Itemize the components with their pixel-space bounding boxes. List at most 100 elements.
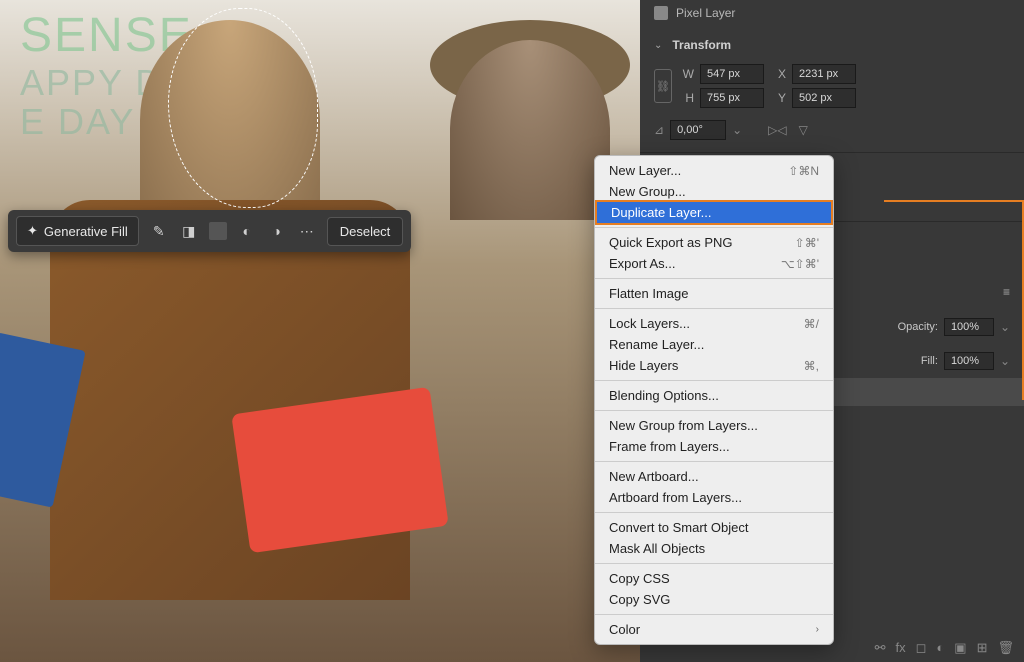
menu-item-label: Blending Options... xyxy=(609,388,719,403)
menu-item-label: Artboard from Layers... xyxy=(609,490,742,505)
mask-icon[interactable]: ◻ xyxy=(916,640,927,656)
flip-vertical-icon[interactable]: ▽ xyxy=(799,123,808,137)
rotate-icon: ⊿ xyxy=(654,123,664,137)
menu-item-quick-export-as-png[interactable]: Quick Export as PNG⇧⌘' xyxy=(595,232,833,253)
menu-item-flatten-image[interactable]: Flatten Image xyxy=(595,283,833,304)
menu-item-rename-layer[interactable]: Rename Layer... xyxy=(595,334,833,355)
menu-item-label: Copy SVG xyxy=(609,592,670,607)
menu-item-label: Export As... xyxy=(609,256,675,271)
width-label: W xyxy=(678,67,694,81)
layer-type-row: Pixel Layer xyxy=(640,0,1024,26)
delete-icon[interactable]: 🗑 xyxy=(997,640,1014,656)
opacity-input[interactable] xyxy=(944,318,994,336)
group-icon[interactable]: ▣ xyxy=(954,640,966,656)
flip-horizontal-icon[interactable]: ▷◁ xyxy=(768,123,786,137)
height-input[interactable] xyxy=(700,88,764,108)
transform-section: ⌄ Transform ⛓ W X H Y ⊿ xyxy=(640,26,1024,153)
menu-separator xyxy=(595,512,833,513)
menu-item-shortcut: ⇧⌘N xyxy=(788,164,819,178)
menu-separator xyxy=(595,308,833,309)
new-layer-icon[interactable]: ⊞ xyxy=(977,640,988,656)
menu-item-frame-from-layers[interactable]: Frame from Layers... xyxy=(595,436,833,457)
height-label: H xyxy=(678,91,694,105)
adjustment-layer-icon[interactable]: ◐ xyxy=(936,640,944,656)
floating-toolbar: ✦ Generative Fill ✎ ◨ ◐ ◑ ⋯ Deselect xyxy=(8,210,411,252)
pixel-layer-icon xyxy=(654,6,668,20)
menu-item-label: New Group... xyxy=(609,184,686,199)
menu-item-label: Quick Export as PNG xyxy=(609,235,733,250)
menu-separator xyxy=(595,380,833,381)
rotate-input[interactable] xyxy=(670,120,726,140)
fx-icon[interactable]: fx xyxy=(896,640,906,656)
menu-item-new-group-from-layers[interactable]: New Group from Layers... xyxy=(595,415,833,436)
menu-item-copy-svg[interactable]: Copy SVG xyxy=(595,589,833,610)
menu-item-duplicate-layer[interactable]: Duplicate Layer... xyxy=(595,200,833,225)
menu-item-new-layer[interactable]: New Layer... ⇧⌘N xyxy=(595,160,833,181)
menu-item-label: Frame from Layers... xyxy=(609,439,730,454)
menu-item-shortcut: ⌘, xyxy=(804,359,819,373)
menu-item-label: Flatten Image xyxy=(609,286,689,301)
layer-type-label: Pixel Layer xyxy=(676,6,735,20)
menu-separator xyxy=(595,461,833,462)
more-icon[interactable]: ⋯ xyxy=(297,221,317,241)
menu-item-hide-layers[interactable]: Hide Layers ⌘, xyxy=(595,355,833,376)
adjustment-icon[interactable]: ◐ xyxy=(237,221,257,241)
width-input[interactable] xyxy=(700,64,764,84)
menu-separator xyxy=(595,227,833,228)
menu-separator xyxy=(595,563,833,564)
menu-item-label: Duplicate Layer... xyxy=(611,205,711,220)
transform-title: Transform xyxy=(672,38,731,52)
menu-item-label: Convert to Smart Object xyxy=(609,520,748,535)
x-input[interactable] xyxy=(792,64,856,84)
menu-item-mask-all-objects[interactable]: Mask All Objects xyxy=(595,538,833,559)
brush-icon[interactable]: ✎ xyxy=(149,221,169,241)
menu-item-label: Rename Layer... xyxy=(609,337,704,352)
opacity-label: Opacity: xyxy=(898,321,938,333)
menu-item-shortcut: ⌘/ xyxy=(804,317,819,331)
gradient-icon[interactable]: ◑ xyxy=(267,221,287,241)
fill-icon[interactable] xyxy=(209,222,227,240)
menu-item-export-as[interactable]: Export As... ⌥⇧⌘' xyxy=(595,253,833,274)
collapse-icon[interactable]: ⌄ xyxy=(654,40,662,51)
link-dimensions-icon[interactable]: ⛓ xyxy=(654,69,672,103)
menu-item-artboard-from-layers[interactable]: Artboard from Layers... xyxy=(595,487,833,508)
menu-item-new-artboard[interactable]: New Artboard... xyxy=(595,466,833,487)
menu-item-blending-options[interactable]: Blending Options... xyxy=(595,385,833,406)
menu-item-label: Mask All Objects xyxy=(609,541,705,556)
menu-item-convert-to-smart-object[interactable]: Convert to Smart Object xyxy=(595,517,833,538)
canvas[interactable]: SENSE APPY DAY O E DAY ✦ Generative Fill… xyxy=(0,0,640,662)
menu-item-label: Hide Layers xyxy=(609,358,678,373)
link-layers-icon[interactable]: ⚯ xyxy=(875,640,886,656)
rotate-dropdown-icon[interactable]: ⌄ xyxy=(732,123,742,137)
menu-separator xyxy=(595,614,833,615)
x-label: X xyxy=(770,67,786,81)
generative-fill-button[interactable]: ✦ Generative Fill xyxy=(16,216,139,246)
menu-item-new-group[interactable]: New Group... xyxy=(595,181,833,202)
select-subject-icon[interactable]: ◨ xyxy=(179,221,199,241)
menu-item-color[interactable]: Color › xyxy=(595,619,833,640)
menu-item-label: Copy CSS xyxy=(609,571,670,586)
panel-menu-icon[interactable]: ≡ xyxy=(1003,285,1010,299)
sparkle-icon: ✦ xyxy=(27,223,38,239)
menu-item-label: New Artboard... xyxy=(609,469,699,484)
generative-fill-label: Generative Fill xyxy=(44,224,128,239)
menu-item-lock-layers[interactable]: Lock Layers...⌘/ xyxy=(595,313,833,334)
y-input[interactable] xyxy=(792,88,856,108)
annotation-line xyxy=(884,200,1024,202)
y-label: Y xyxy=(770,91,786,105)
menu-item-label: Color xyxy=(609,622,640,637)
menu-item-shortcut: ⌥⇧⌘' xyxy=(781,257,819,271)
fill-dropdown-icon[interactable]: ⌄ xyxy=(1000,354,1010,368)
menu-item-copy-css[interactable]: Copy CSS xyxy=(595,568,833,589)
menu-item-label: New Group from Layers... xyxy=(609,418,758,433)
deselect-button[interactable]: Deselect xyxy=(327,217,404,246)
menu-separator xyxy=(595,410,833,411)
submenu-arrow-icon: › xyxy=(816,624,819,635)
menu-item-label: New Layer... xyxy=(609,163,681,178)
layers-bottom-bar: ⚯ fx ◻ ◐ ▣ ⊞ 🗑 xyxy=(875,640,1014,656)
fill-label: Fill: xyxy=(921,355,938,367)
fill-input[interactable] xyxy=(944,352,994,370)
opacity-dropdown-icon[interactable]: ⌄ xyxy=(1000,320,1010,334)
clipboard-orange xyxy=(231,387,449,553)
context-menu: New Layer... ⇧⌘N New Group... Duplicate Lay… xyxy=(594,155,834,645)
